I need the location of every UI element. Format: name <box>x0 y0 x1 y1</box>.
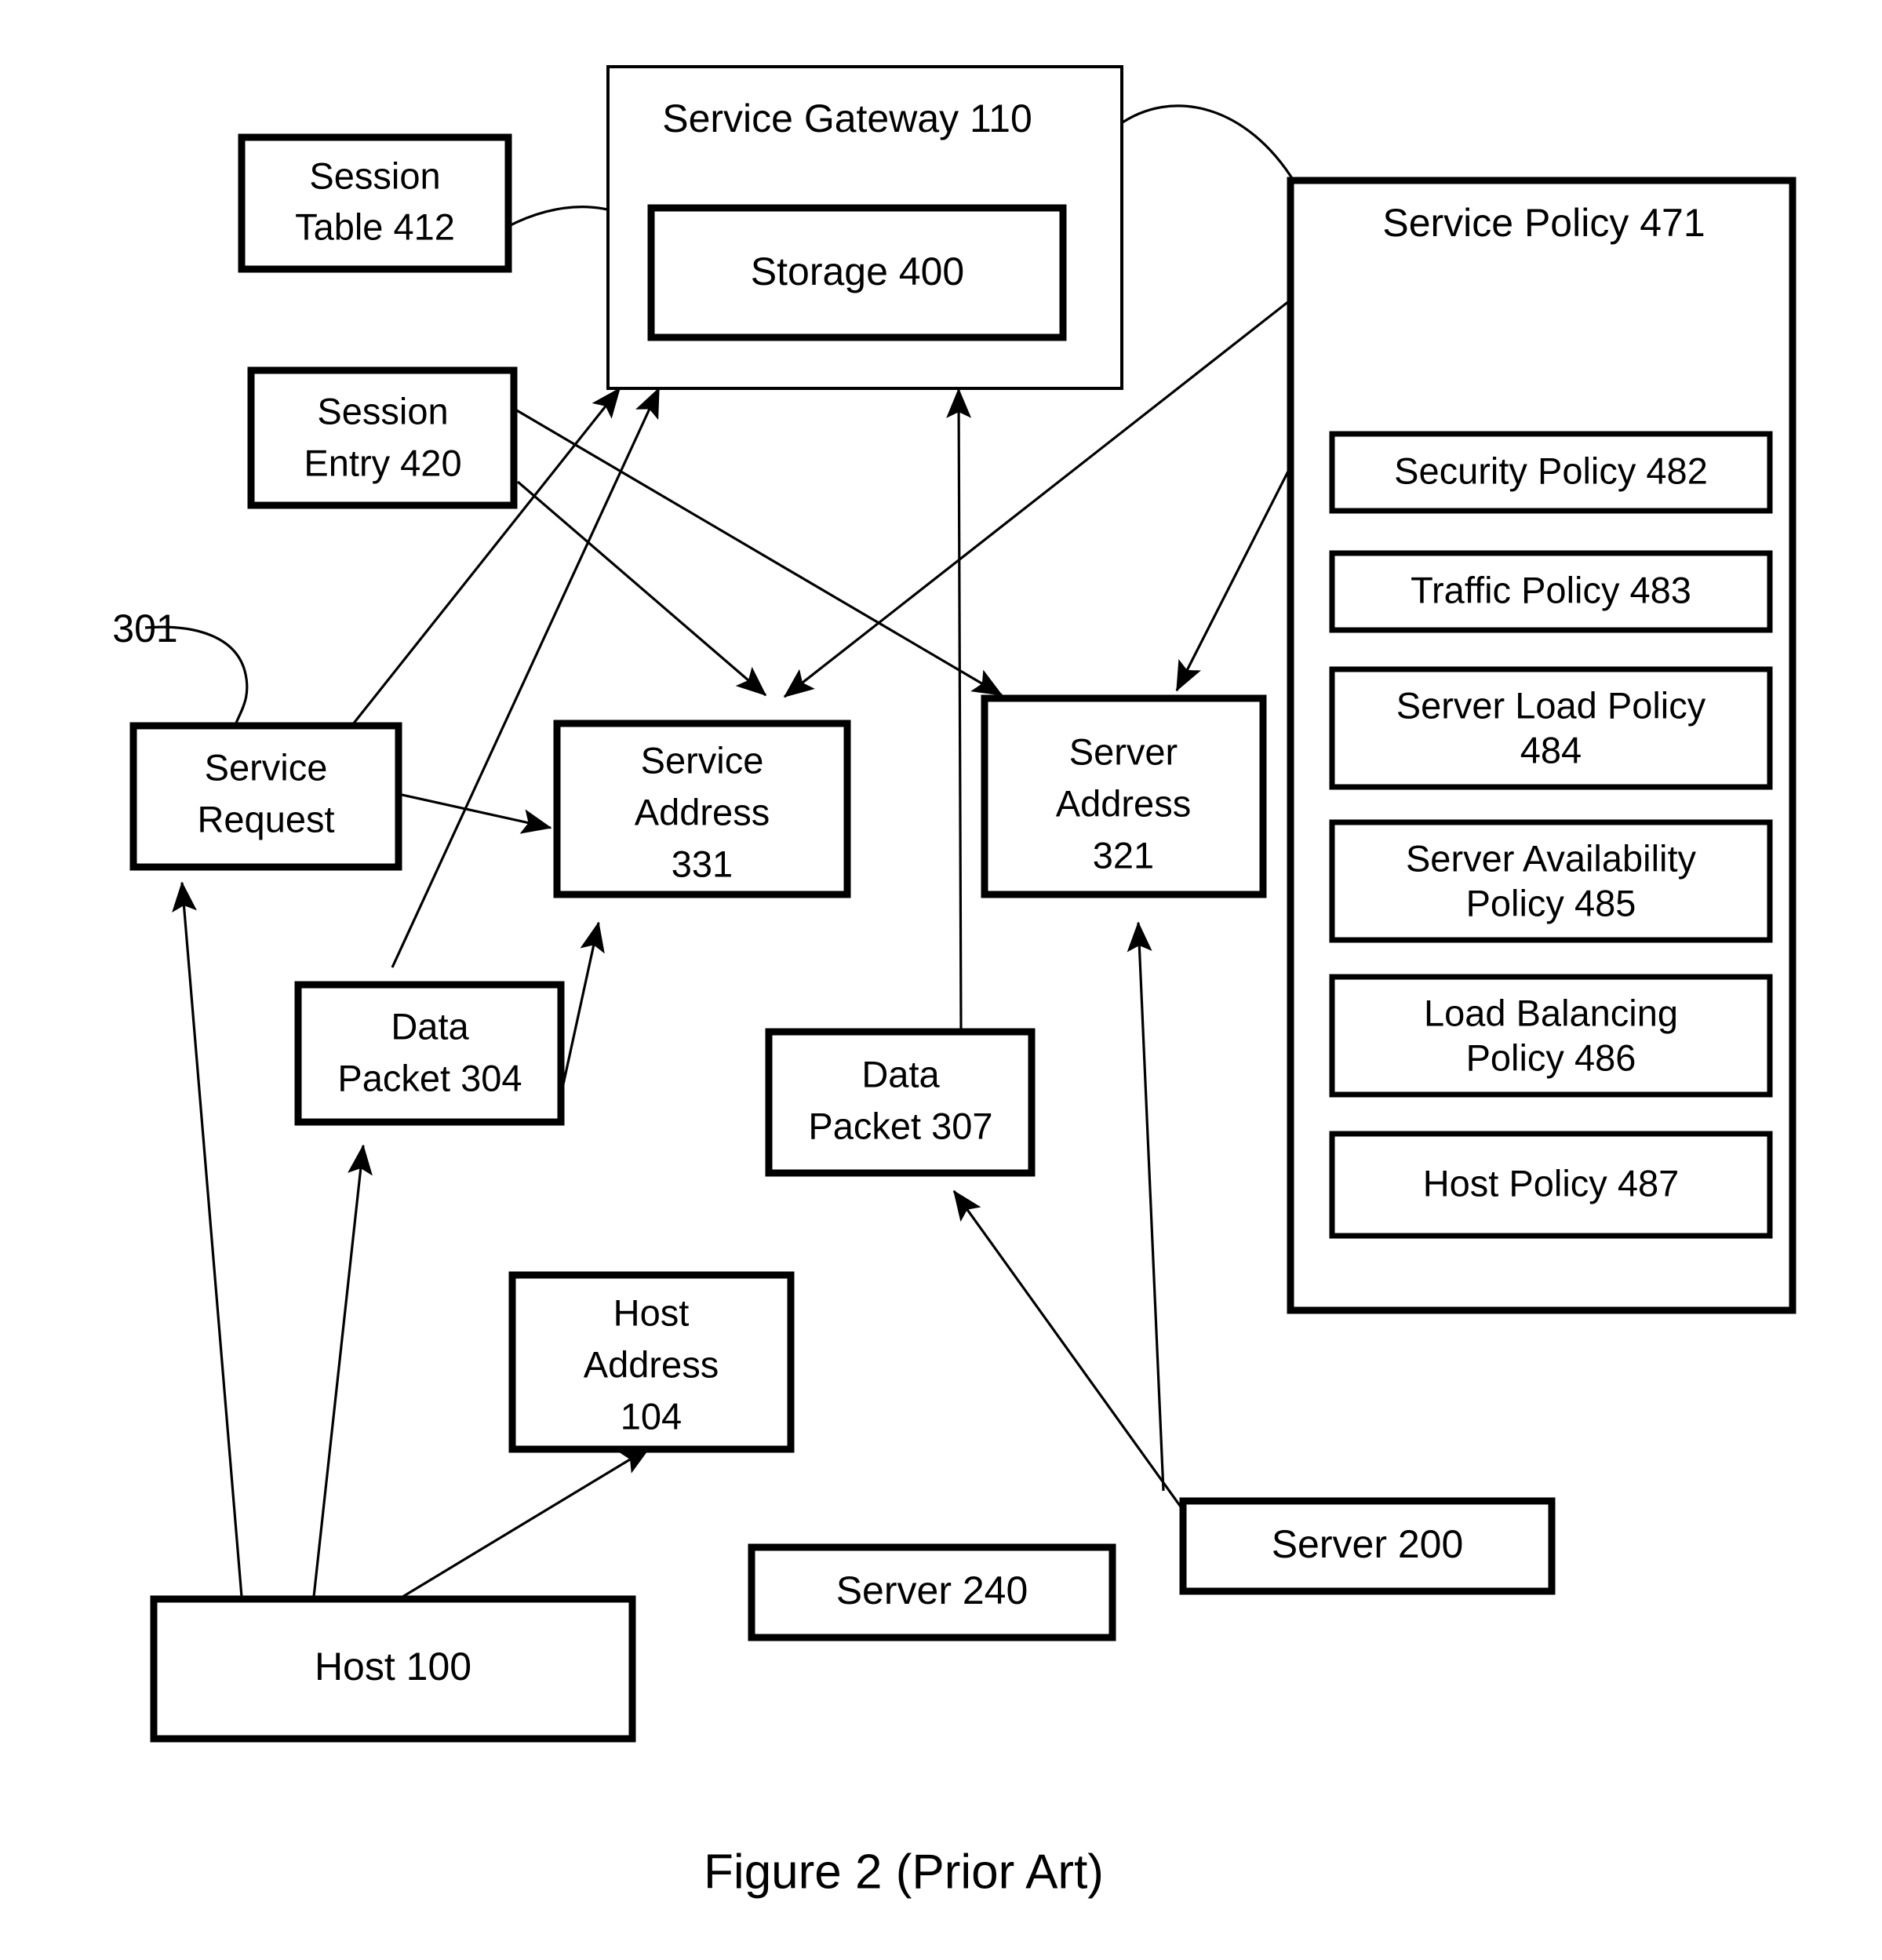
data-packet-307-node: Data Packet 307 <box>765 1028 1036 1177</box>
reference-numeral-301: 301 <box>112 607 177 650</box>
data-packet-304-node: Data Packet 304 <box>294 981 565 1126</box>
data-packet-304-label-line2: Packet 304 <box>337 1057 522 1098</box>
host-address-label-line1: Host <box>613 1291 690 1333</box>
server-load-policy-label-line2: 484 <box>1520 729 1582 771</box>
service-address-label-line2: Address <box>635 791 770 832</box>
service-request-label-line2: Request <box>197 798 334 840</box>
session-entry-label-line2: Entry 420 <box>304 442 461 483</box>
service-gateway-container: Service Gateway 110 Storage 400 <box>606 65 1123 390</box>
load-balancing-policy-label-line1: Load Balancing <box>1424 992 1678 1033</box>
server-240-label: Server 240 <box>836 1568 1028 1612</box>
connector-service-request-to-service-address <box>398 792 552 834</box>
connector-data-packet-304-to-service-address <box>562 921 605 1085</box>
traffic-policy-label: Traffic Policy 483 <box>1411 569 1691 610</box>
server-240-node: Server 240 <box>748 1543 1116 1641</box>
data-packet-307-label-line2: Packet 307 <box>808 1105 992 1146</box>
diagram-canvas: Service Gateway 110 Storage 400 Service … <box>112 65 1796 1899</box>
storage-label: Storage 400 <box>751 250 964 293</box>
connector-host-to-service-request <box>172 881 243 1598</box>
service-address-node: Service Address 331 <box>553 720 851 898</box>
server-200-label: Server 200 <box>1272 1522 1464 1566</box>
host-label: Host 100 <box>315 1645 471 1689</box>
host-address-node: Host Address 104 <box>508 1271 795 1453</box>
host-address-label-line2: Address <box>584 1343 719 1385</box>
session-table-node: Session Table 412 <box>238 133 512 273</box>
server-load-policy-label-line1: Server Load Policy <box>1396 684 1706 726</box>
server-availability-policy-label-line2: Policy 485 <box>1466 882 1636 924</box>
security-policy-label: Security Policy 482 <box>1394 450 1708 491</box>
service-policy-label: Service Policy 471 <box>1382 201 1705 245</box>
session-table-label-line1: Session <box>309 155 440 196</box>
connector-host-to-host-address <box>395 1446 651 1602</box>
service-address-label-line1: Service <box>641 739 764 781</box>
host-address-label-line3: 104 <box>621 1395 682 1437</box>
server-address-label-line1: Server <box>1069 730 1178 772</box>
connector-gateway-to-service-policy <box>1117 104 1296 183</box>
service-request-label-line1: Service <box>205 746 328 788</box>
data-packet-307-label-line1: Data <box>861 1053 940 1095</box>
connector-session-entry-to-server-address <box>515 408 1003 697</box>
server-availability-policy-label-line1: Server Availability <box>1406 837 1697 879</box>
host-policy-label: Host Policy 487 <box>1423 1162 1680 1204</box>
service-gateway-label: Service Gateway 110 <box>662 97 1032 140</box>
load-balancing-policy-label-line2: Policy 486 <box>1466 1036 1636 1078</box>
connector-service-policy-to-server-address <box>1175 458 1296 692</box>
connector-host-to-data-packet-304 <box>312 1144 373 1598</box>
host-node: Host 100 <box>150 1595 636 1743</box>
session-table-label-line2: Table 412 <box>295 206 455 247</box>
session-entry-label-line1: Session <box>317 390 448 432</box>
server-address-label-line3: 321 <box>1093 834 1154 876</box>
session-entry-node: Session Entry 420 <box>247 366 518 509</box>
data-packet-304-label-line1: Data <box>391 1005 469 1047</box>
figure-caption: Figure 2 (Prior Art) <box>704 1845 1104 1899</box>
service-policy-container: Service Policy 471 Security Policy 482 T… <box>1287 177 1796 1314</box>
connector-session-entry-to-service-address <box>516 480 767 697</box>
service-request-node: Service Request <box>129 722 402 871</box>
connector-data-packet-307-to-gateway <box>946 388 972 1033</box>
server-200-node: Server 200 <box>1179 1497 1556 1595</box>
connector-server-200-to-server-address <box>1127 921 1165 1492</box>
server-address-node: Server Address 321 <box>981 694 1267 898</box>
server-address-label-line2: Address <box>1056 782 1191 824</box>
service-address-label-line3: 331 <box>672 843 733 884</box>
patent-figure: Service Gateway 110 Storage 400 Service … <box>0 0 1882 1960</box>
